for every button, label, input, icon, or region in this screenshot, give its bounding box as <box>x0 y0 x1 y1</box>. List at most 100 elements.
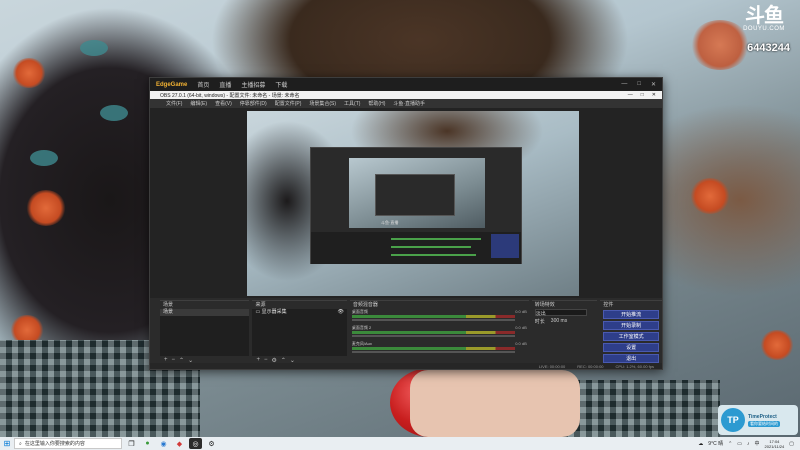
leaf-decoration <box>100 105 128 121</box>
close-icon[interactable]: ✕ <box>651 81 656 88</box>
nested-preview-inner <box>375 174 455 216</box>
notification-icon[interactable]: ▢ <box>789 441 794 447</box>
menu-item[interactable]: 斗鱼·直播助手 <box>393 100 425 107</box>
task-view-icon[interactable]: ❐ <box>125 438 138 449</box>
system-clock[interactable]: 17:04 2021/11/24 <box>765 439 785 449</box>
close-icon[interactable]: ✕ <box>652 92 656 98</box>
scenes-list: 场景 <box>160 309 250 356</box>
scenes-dock-title: 场景 <box>163 302 174 308</box>
start-recording-button[interactable]: 开始录制 <box>603 321 659 330</box>
obs-title-bar: OBS 27.0.1 (64-bit, windows) - 配置文件: 未命名… <box>150 91 662 99</box>
chevron-up-icon[interactable]: ⌃ <box>728 441 732 447</box>
host-app-topbar: EdgeGame 首页 直播 主播招募 下载 — □ ✕ <box>150 78 662 91</box>
app-icon[interactable]: ◆ <box>173 438 186 449</box>
mixer-channel-name: 桌面音频 <box>351 309 368 314</box>
maximize-icon[interactable]: □ <box>637 81 641 88</box>
audio-mixer-title: 音频混音器 <box>352 302 378 308</box>
hand <box>410 370 580 437</box>
settings-button[interactable]: 设置 <box>603 343 659 352</box>
network-icon[interactable]: ▭ <box>737 441 742 447</box>
transition-selected: 淡出 <box>535 311 546 317</box>
system-tray: ☁ 9°C 晴 ⌃ ▭ ♪ 中 17:04 2021/11/24 ▢ <box>698 439 800 449</box>
obs-docks: 场景 场景 + − ⌃ ⌄ 来源 ▭ 显示器采集 👁 + − ⚙ ⌃ ⌄ 音频混… <box>160 300 662 364</box>
studio-mode-button[interactable]: 工作室模式 <box>603 332 659 341</box>
douyu-logo-text: 斗鱼 <box>745 5 784 27</box>
mixer-row: 麦克风/Aux 0.0 dB <box>350 341 529 357</box>
top-tab[interactable]: 直播 <box>219 80 231 89</box>
scene-item[interactable]: 场景 <box>160 309 250 316</box>
transitions-dock: 转场特效 淡出 时长 300 ms <box>531 300 598 364</box>
menu-item[interactable]: 编辑(E) <box>190 100 207 107</box>
menu-item[interactable]: 场景集合(S) <box>309 100 336 107</box>
windows-start-icon[interactable]: ⊞ <box>0 439 14 448</box>
volume-meter <box>351 315 515 318</box>
menu-item[interactable]: 查看(V) <box>215 100 232 107</box>
sources-dock-title: 来源 <box>255 302 266 308</box>
mixer-row: 桌面音频 2 0.0 dB <box>350 325 529 341</box>
timeprotect-badge[interactable]: TP TimeProtect 看你要结时间的 <box>718 405 798 435</box>
scenes-dock: 场景 场景 + − ⌃ ⌄ <box>160 300 250 364</box>
menu-item[interactable]: 停靠部件(D) <box>240 100 267 107</box>
start-streaming-button[interactable]: 开始推流 <box>603 310 659 319</box>
source-item[interactable]: ▭ 显示器采集 👁 <box>252 309 346 316</box>
transition-duration-row: 时长 300 ms <box>532 317 598 326</box>
transition-select[interactable]: 淡出 <box>534 309 587 317</box>
nested-docks <box>311 232 521 264</box>
weather-icon[interactable]: ☁ <box>698 441 703 447</box>
leaf-decoration <box>30 150 58 166</box>
volume-meter <box>351 331 515 334</box>
tp-logo-icon: TP <box>721 408 745 432</box>
room-id: 6443244 <box>747 42 790 54</box>
obs-preview[interactable]: 斗鱼·直播 <box>247 111 579 296</box>
menu-item[interactable]: 帮助(H) <box>368 100 385 107</box>
ime-indicator[interactable]: 中 <box>755 440 760 447</box>
mixer-channel-name: 麦克风/Aux <box>351 341 372 346</box>
obs-workspace: 斗鱼·直播 <box>150 108 662 298</box>
host-app-name[interactable]: EdgeGame <box>156 82 187 88</box>
weather-text[interactable]: 9°C 晴 <box>708 440 723 447</box>
volume-meter <box>351 347 515 350</box>
top-tab[interactable]: 下载 <box>275 80 287 89</box>
settings-icon[interactable]: ⚙ <box>205 438 218 449</box>
top-tab[interactable]: 主播招募 <box>241 80 265 89</box>
controls-title: 控件 <box>603 302 614 308</box>
wechat-icon[interactable]: ● <box>141 438 154 449</box>
volume-slider[interactable] <box>351 335 515 337</box>
browser-icon[interactable]: ◉ <box>157 438 170 449</box>
tp-text: TimeProtect 看你要结时间的 <box>748 414 780 427</box>
obs-taskbar-icon[interactable]: ◎ <box>189 438 202 449</box>
minimize-icon[interactable]: — <box>628 92 633 98</box>
taskbar-search[interactable]: ⌕ 在这里输入你要搜索的内容 <box>14 438 122 449</box>
maximize-icon[interactable]: □ <box>641 92 644 98</box>
sources-dock: 来源 ▭ 显示器采集 👁 + − ⚙ ⌃ ⌄ <box>252 300 347 364</box>
duration-value[interactable]: 300 ms <box>551 318 567 325</box>
window-controls: — □ ✕ <box>621 81 656 88</box>
live-status: LIVE: 00:00:00 <box>538 363 566 369</box>
menu-item[interactable]: 文件(F) <box>166 100 182 107</box>
obs-menu-bar: 文件(F) 编辑(E) 查看(V) 停靠部件(D) 配置文件(P) 场景集合(S… <box>150 99 662 108</box>
cpu-status: CPU: 1.2%, 60.00 fps <box>615 363 654 369</box>
mixer-channel-name: 桌面音频 2 <box>351 325 372 330</box>
monitor-icon: ▭ <box>255 309 261 315</box>
volume-slider[interactable] <box>351 351 515 353</box>
clock-date: 2021/11/24 <box>764 443 785 449</box>
volume-slider[interactable] <box>351 319 515 321</box>
flower-decoration <box>12 58 46 88</box>
nested-meter <box>391 246 471 248</box>
volume-icon[interactable]: ♪ <box>747 441 750 447</box>
nested-controls <box>491 234 519 258</box>
search-icon: ⌕ <box>19 440 22 447</box>
visibility-icon[interactable]: 👁 <box>338 309 347 316</box>
mixer-db: 0.0 dB <box>515 325 527 330</box>
exit-button[interactable]: 退出 <box>603 354 659 363</box>
menu-item[interactable]: 配置文件(P) <box>275 100 302 107</box>
flower-decoration <box>690 178 730 214</box>
minimize-icon[interactable]: — <box>621 81 627 88</box>
search-placeholder: 在这里输入你要搜索的内容 <box>24 441 85 447</box>
tp-title: TimeProtect <box>748 413 777 420</box>
menu-item[interactable]: 工具(T) <box>344 100 360 107</box>
top-tab[interactable]: 首页 <box>197 80 209 89</box>
duration-label: 时长 <box>534 319 545 325</box>
nested-preview-image <box>349 158 485 228</box>
nested-meter <box>391 238 481 240</box>
